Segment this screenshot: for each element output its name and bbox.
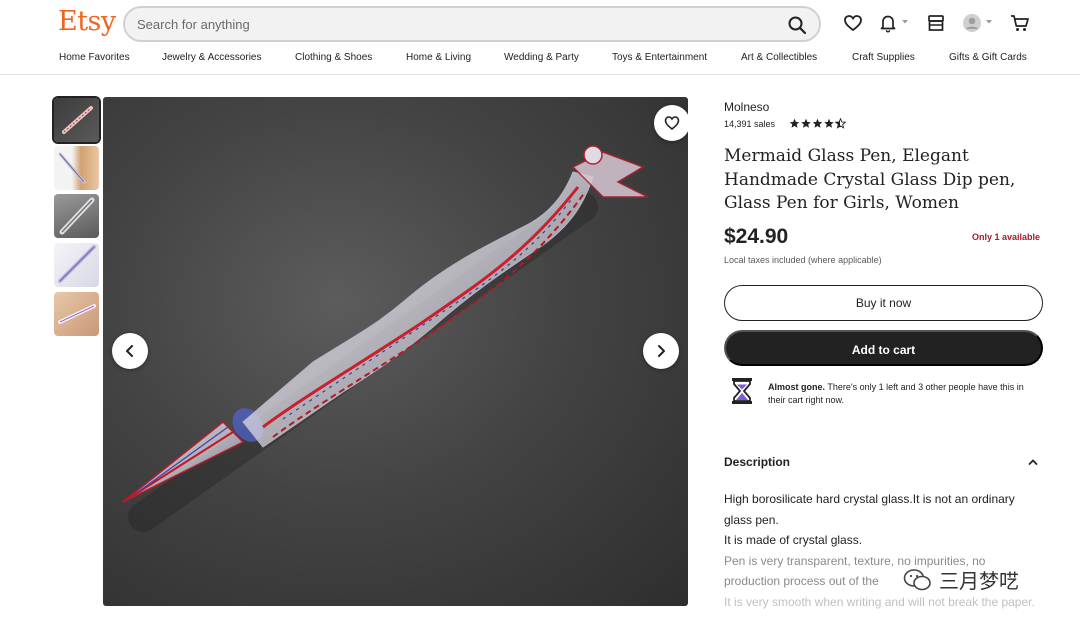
description-line: It is very smooth when writing and will … [724,594,1035,609]
chevron-down-icon[interactable] [901,19,909,25]
search-bar [123,6,821,42]
chevron-right-icon [658,345,665,357]
nav-toys-entertainment[interactable]: Toys & Entertainment [612,52,707,63]
nav-home-living[interactable]: Home & Living [406,52,471,63]
category-nav: Home Favorites Jewelry & Accessories Clo… [0,52,1080,68]
glass-pen-photo [122,145,649,532]
nav-gifts-gift-cards[interactable]: Gifts & Gift Cards [949,52,1027,63]
next-image-button[interactable] [643,333,679,369]
chevron-up-icon[interactable] [1027,456,1039,468]
sales-count: 14,391 sales [724,119,776,129]
cart-icon[interactable] [1009,12,1031,34]
pen-thumbnail-image [59,197,95,235]
etsy-logo[interactable]: Etsy [58,6,116,37]
shop-icon[interactable] [925,12,947,34]
almost-gone-message: Almost gone. There's only 1 left and 3 o… [768,381,1038,407]
chevron-left-icon [126,345,133,357]
add-to-cart-button[interactable]: Add to cart [724,330,1043,366]
pen-thumbnail-image [58,245,96,283]
previous-image-button[interactable] [112,333,148,369]
price: $24.90 [724,225,789,248]
nav-clothing-shoes[interactable]: Clothing & Shoes [295,52,372,63]
nav-craft-supplies[interactable]: Craft Supplies [852,52,915,63]
watermark-text: 三月梦呓 [939,569,1019,593]
pen-thumbnail-image [58,304,96,324]
search-input[interactable] [137,14,757,34]
gallery-thumbnail[interactable] [54,146,99,190]
search-icon[interactable] [787,15,807,35]
gallery-thumbnail[interactable] [52,96,101,144]
wechat-logo-icon [903,569,931,591]
header: Etsy Home Favorites Jewelry & Acces [0,0,1080,75]
availability-badge: Only 1 available [972,232,1041,242]
buy-now-button[interactable]: Buy it now [724,285,1043,321]
user-avatar-icon[interactable] [961,12,983,34]
nav-art-collectibles[interactable]: Art & Collectibles [741,52,817,63]
bell-icon[interactable] [877,12,899,34]
taxes-note: Local taxes included (where applicable) [724,255,882,265]
gallery-thumbnail[interactable] [54,194,99,238]
description-line: It is made of crystal glass. [724,533,863,547]
almost-gone-label: Almost gone. [768,382,826,392]
description-line: High borosilicate hard crystal glass.It … [724,492,1015,527]
nav-wedding-party[interactable]: Wedding & Party [504,52,579,63]
heart-icon [664,116,680,131]
listing-title: Mermaid Glass Pen, Elegant Handmade Crys… [724,146,1016,213]
product-main-image [103,97,688,606]
pen-thumbnail-image [58,152,86,184]
heart-icon[interactable] [842,12,864,34]
shop-name-link[interactable]: Molneso [724,100,769,114]
favorite-button[interactable] [654,105,688,141]
gallery-thumbnail[interactable] [54,292,99,336]
nav-jewelry-accessories[interactable]: Jewelry & Accessories [162,52,261,63]
rating-stars-icon[interactable] [789,118,847,130]
gallery-thumbnail[interactable] [54,243,99,287]
hourglass-icon [732,378,752,404]
pen-thumbnail-image [62,106,93,134]
description-heading[interactable]: Description [724,455,790,469]
chevron-down-icon[interactable] [985,19,993,25]
nav-home-favorites[interactable]: Home Favorites [59,52,130,63]
